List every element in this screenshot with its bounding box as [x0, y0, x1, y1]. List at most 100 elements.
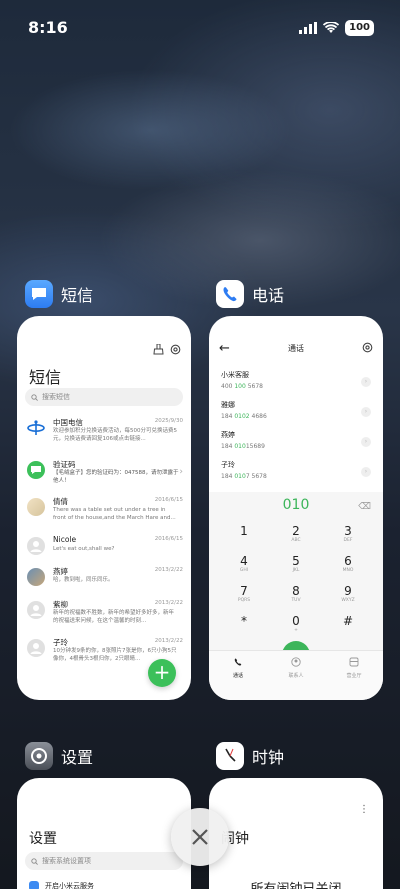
app-name-settings: 设置: [61, 748, 94, 767]
app-label-settings[interactable]: 设置: [25, 742, 93, 770]
contact-name: 小米客服: [221, 371, 249, 379]
message-preview: 【毛绒盒子】您的验证码为：047588，请勿泄露于他人！: [53, 470, 179, 484]
contact-number: 184 01015689: [221, 443, 265, 450]
store-icon: [349, 657, 359, 667]
more-options-icon[interactable]: ⋮: [359, 804, 369, 815]
chevron-right-icon[interactable]: ›: [361, 377, 371, 387]
empty-state-message: 所有闹钟已关闭: [209, 878, 383, 889]
clock-app-card[interactable]: ⋮ 闹钟 所有闹钟已关闭: [209, 778, 383, 889]
message-date: 2016/6/15: [154, 497, 183, 503]
dialed-number: 010: [282, 497, 310, 513]
gear-icon[interactable]: [362, 342, 373, 353]
settings-app-icon: [25, 742, 53, 770]
settings-item-cloud[interactable]: 开启小米云服务: [29, 881, 94, 889]
default-avatar-icon: [27, 537, 45, 555]
list-item[interactable]: 中国电信 2025/9/30 欢迎参加积分兑换话费活动，每500分可兑换话费5元…: [25, 417, 185, 457]
search-placeholder: 搜索系统设置项: [42, 857, 91, 865]
contacts-icon: [291, 657, 301, 667]
list-item[interactable]: 紫柳 2013/2/22 新年的祝福数不胜数，新年的希望好多好多，新年的祝福送来…: [25, 599, 185, 639]
avatar: [27, 568, 45, 586]
chevron-right-icon[interactable]: ›: [361, 407, 371, 417]
tab-contacts[interactable]: 联系人: [276, 657, 316, 679]
status-time: 8:16: [28, 18, 68, 37]
dial-key[interactable]: 1: [224, 524, 264, 538]
search-icon: [31, 393, 38, 401]
dial-key[interactable]: 2 ABC: [276, 524, 316, 544]
messages-app-card[interactable]: 短信 搜索短信 中国电信 2025/9/30 欢迎参加积分兑换话费活动，每500…: [17, 316, 191, 700]
contact-name: 子玲: [221, 461, 235, 469]
dial-key[interactable]: #: [328, 614, 368, 628]
contact-name: 雅娜: [221, 401, 235, 409]
dial-key[interactable]: 8 TUV: [276, 584, 316, 604]
contact-suggestion[interactable]: 雅娜 184 0102 4686 ›: [221, 400, 371, 428]
dial-key[interactable]: 6 MNO: [328, 554, 368, 574]
battery-indicator: 100: [345, 20, 374, 36]
contact-number: 400 100 5678: [221, 383, 263, 390]
contact-number: 184 0107 5678: [221, 473, 267, 480]
close-all-button[interactable]: [171, 808, 229, 866]
list-item[interactable]: 验证码 › 【毛绒盒子】您的验证码为：047588，请勿泄露于他人！: [25, 459, 185, 499]
page-title: 通话: [288, 344, 304, 353]
tab-service-hall[interactable]: 营业厅: [334, 657, 374, 679]
settings-app-card[interactable]: 设置 搜索系统设置项 开启小米云服务: [17, 778, 191, 889]
wifi-icon: [323, 22, 340, 33]
bottom-tab-bar: 通话 联系人 营业厅: [209, 650, 383, 700]
chevron-right-icon: ›: [179, 467, 183, 477]
chevron-right-icon[interactable]: ›: [361, 467, 371, 477]
default-avatar-icon: [27, 639, 45, 657]
message-date: 2025/9/30: [154, 418, 183, 424]
message-date: 2013/2/22: [154, 600, 183, 606]
dial-key[interactable]: 7 PQRS: [224, 584, 264, 604]
message-preview: 新年的祝福数不胜数，新年的希望好多好多，新年的祝福送来问候，在这个温馨的时刻..…: [53, 610, 175, 624]
avatar: [27, 498, 45, 516]
new-message-button[interactable]: +: [148, 659, 176, 687]
contact-name: 燕婷: [221, 431, 235, 439]
contact-suggestion[interactable]: 子玲 184 0107 5678 ›: [221, 460, 371, 488]
app-label-messages[interactable]: 短信: [25, 280, 93, 308]
settings-item-label: 开启小米云服务: [45, 882, 94, 889]
message-date: 2013/2/22: [154, 567, 183, 573]
china-telecom-logo-icon: [27, 419, 45, 437]
app-name-phone: 电话: [252, 286, 285, 305]
tab-calls[interactable]: 通话: [218, 657, 258, 679]
message-date: 2016/6/15: [154, 536, 183, 542]
message-date: 2013/2/22: [154, 638, 183, 644]
list-item[interactable]: 倩倩 2016/6/15 There was a table set out u…: [25, 496, 185, 536]
message-preview: 欢迎参加积分兑换话费活动，每500分可兑换话费5元，兑换话费请回复106或点击链…: [53, 428, 177, 442]
chevron-right-icon[interactable]: ›: [361, 437, 371, 447]
search-input[interactable]: 搜索短信: [25, 388, 183, 406]
contact-suggestion[interactable]: 燕婷 184 01015689 ›: [221, 430, 371, 458]
page-title: 短信: [29, 368, 62, 387]
cloud-icon: [29, 881, 39, 889]
gear-icon[interactable]: [170, 344, 181, 355]
message-preview: Let's eat out,shall we?: [53, 546, 115, 552]
messages-app-icon: [25, 280, 53, 308]
app-label-clock[interactable]: 时钟: [216, 742, 284, 770]
message-preview: There was a table set out under a tree i…: [53, 507, 176, 521]
page-title: 设置: [29, 831, 57, 847]
message-preview: 哈，教到啦，同乐同乐。: [53, 577, 114, 583]
contact-suggestion[interactable]: 小米客服 400 100 5678 ›: [221, 370, 371, 398]
phone-app-icon: [216, 280, 244, 308]
search-input[interactable]: 搜索系统设置项: [25, 852, 183, 870]
dial-key[interactable]: 5 JKL: [276, 554, 316, 574]
dial-key[interactable]: 9 WXYZ: [328, 584, 368, 604]
search-icon: [31, 857, 38, 865]
phone-icon: [234, 658, 242, 666]
close-icon: [192, 829, 208, 845]
status-bar: 8:16 100: [0, 0, 400, 56]
app-name-clock: 时钟: [252, 748, 285, 767]
contact-number: 184 0102 4686: [221, 413, 267, 420]
dial-key[interactable]: 0 +: [276, 614, 316, 634]
dial-key[interactable]: 4 GHI: [224, 554, 264, 574]
phone-app-card[interactable]: ← 通话 小米客服 400 100 5678 › 雅娜 184 0102 468…: [209, 316, 383, 700]
broom-icon[interactable]: [153, 344, 164, 355]
signal-icon: [299, 22, 318, 34]
verification-code-avatar-icon: [27, 461, 45, 479]
sender-name: Nicole: [53, 535, 77, 544]
dial-key[interactable]: *: [224, 614, 264, 628]
app-label-phone[interactable]: 电话: [216, 280, 284, 308]
backspace-icon[interactable]: ⌫: [358, 502, 371, 512]
default-avatar-icon: [27, 601, 45, 619]
dial-key[interactable]: 3 DEF: [328, 524, 368, 544]
